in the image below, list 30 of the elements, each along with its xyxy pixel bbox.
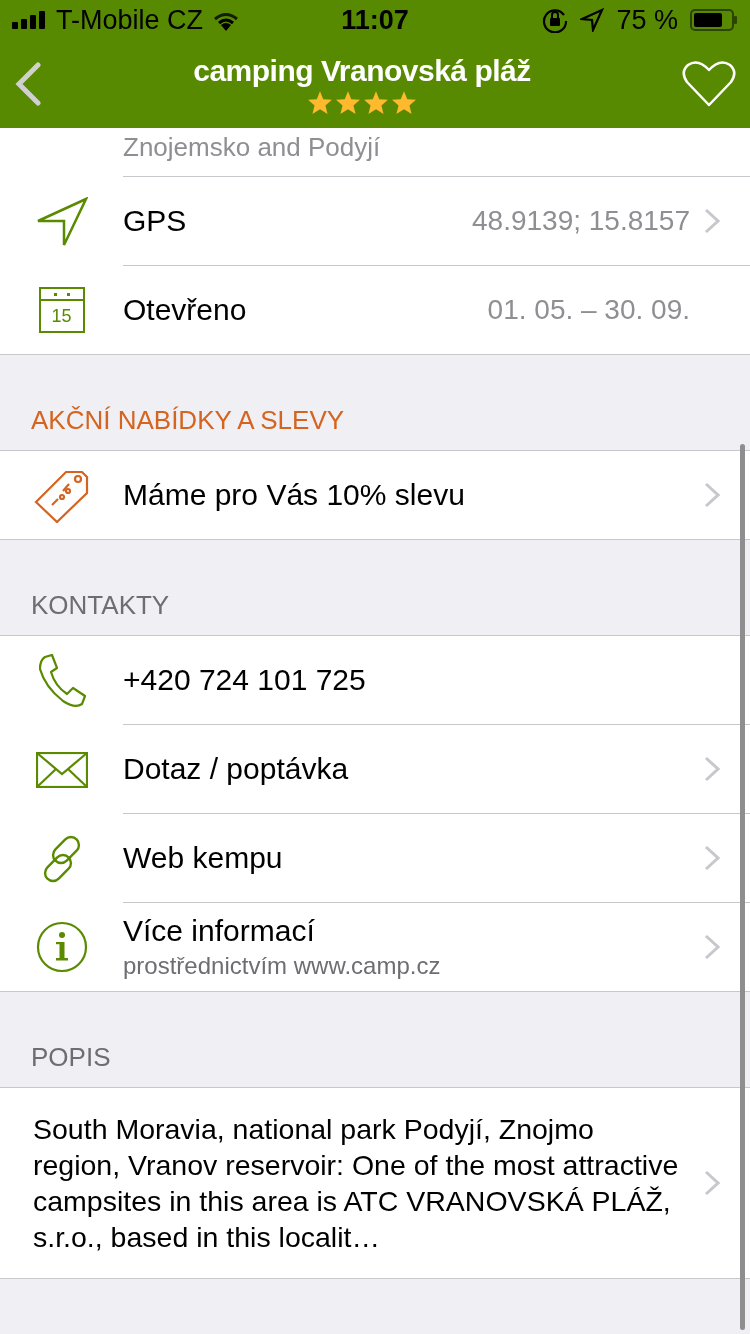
info-icon [35, 921, 88, 973]
phone-icon [36, 653, 87, 708]
row-label[interactable]: Otevřeno [123, 293, 488, 327]
carrier-name: T-Mobile CZ [56, 4, 204, 36]
heart-icon[interactable] [682, 60, 736, 108]
camp-title: camping Vranovská pláž [193, 53, 531, 88]
region-text: Znojemsko and Podyjí [123, 132, 381, 163]
section-title: KONTAKTY [30, 590, 170, 622]
row-value: 01. 05. – 30. 09. [487, 294, 690, 326]
signal-icon [12, 11, 48, 29]
rotation-lock-icon [542, 7, 569, 33]
section-title: POPIS [30, 1042, 111, 1074]
envelope-icon [35, 751, 88, 788]
section-title: AKČNÍ NABÍDKY A SLEVY [30, 405, 345, 437]
star-icon [335, 89, 361, 115]
battery-percent: 75 % [616, 4, 678, 36]
description-text: South Moravia, national park Podyjí, Znojmo region, Vranov reservoir: One of the most attractive campsites in this area is ATC VRANOVSKÁ PLÁŽ, s.r.o., based in this localit… [32, 1112, 680, 1255]
back-chevron-icon[interactable] [14, 62, 42, 106]
location-arrow-icon [580, 8, 605, 32]
star-icon [391, 89, 417, 115]
navigation-arrow-icon [35, 196, 88, 247]
calendar-icon: 15 [38, 287, 85, 333]
row-label[interactable]: Více informací [123, 914, 704, 948]
row-subtitle: prostřednictvím www.camp.cz [123, 952, 442, 980]
row-label[interactable]: GPS [123, 204, 472, 238]
star-icon [363, 89, 389, 115]
star-icon [307, 89, 333, 115]
battery-icon [690, 9, 738, 31]
row-value: 48.9139; 15.8157 [472, 205, 690, 237]
clock: 11:07 [341, 4, 409, 36]
